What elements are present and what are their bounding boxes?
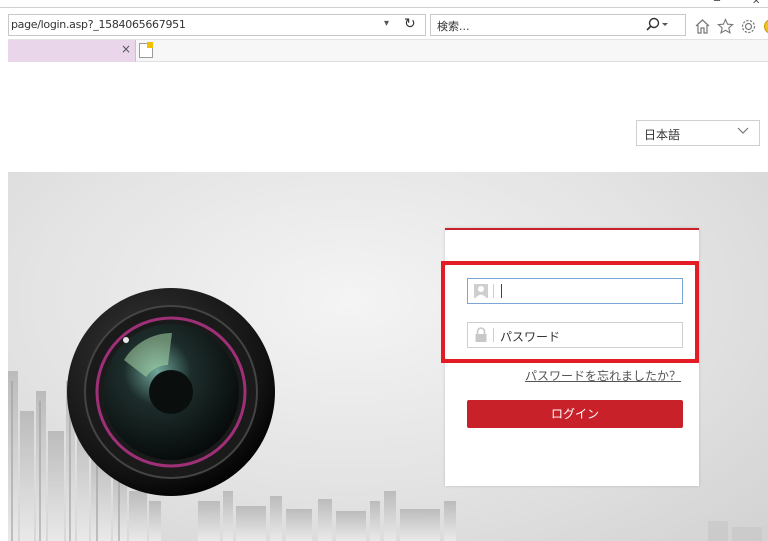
minimize-icon[interactable]: ─ [714, 0, 720, 7]
close-window-icon[interactable]: ✕ [752, 0, 760, 7]
address-dropdown-icon[interactable]: ▾ [384, 18, 389, 29]
login-button[interactable]: ログイン [467, 400, 683, 428]
smiley-feedback-icon[interactable] [763, 18, 768, 36]
chevron-down-icon [737, 125, 749, 138]
forgot-password-link[interactable]: パスワードを忘れましたか？ [525, 367, 681, 384]
camera-lens-image [67, 288, 275, 496]
favorites-star-icon[interactable] [717, 18, 734, 36]
address-bar[interactable]: page/login.asp?_1584065667951 ▾ ↻ [8, 14, 426, 36]
highlight-box [441, 261, 699, 363]
language-select[interactable]: 日本語 [636, 120, 760, 146]
page-header: 日本語 [8, 62, 768, 172]
browser-toolbar-icons [694, 18, 768, 36]
language-selected: 日本語 [644, 128, 681, 142]
new-tab-star-mark [147, 42, 153, 48]
refresh-icon[interactable]: ↻ [404, 16, 416, 32]
tab-login-page[interactable]: × [8, 40, 136, 62]
home-icon[interactable] [694, 18, 711, 36]
browser-toolbar: page/login.asp?_1584065667951 ▾ ↻ 検索... [8, 8, 768, 40]
window-frame-top [0, 0, 768, 8]
address-text[interactable]: page/login.asp?_1584065667951 [11, 18, 186, 31]
tab-close-icon[interactable]: × [121, 42, 131, 56]
search-icon[interactable] [644, 17, 670, 37]
settings-gear-icon[interactable] [740, 18, 757, 36]
search-input[interactable]: 検索... [437, 18, 470, 34]
search-box[interactable]: 検索... [430, 14, 686, 36]
tab-strip: × [8, 40, 768, 62]
new-tab-icon[interactable] [139, 42, 153, 58]
